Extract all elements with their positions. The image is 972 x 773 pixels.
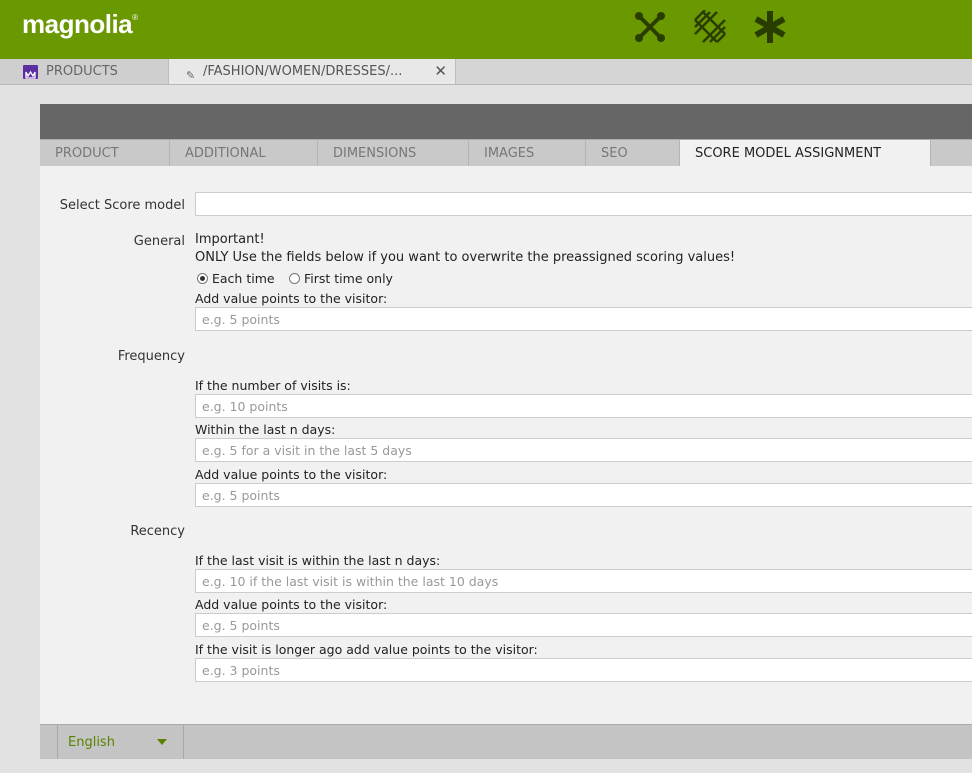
important-text: Important!	[195, 232, 265, 247]
overwrite-note: ONLY Use the fields below if you want to…	[195, 250, 736, 265]
recency-last-visit-label: If the last visit is within the last n d…	[195, 553, 441, 568]
recency-older-label: If the visit is longer ago add value poi…	[195, 642, 538, 657]
frequency-visits-field[interactable]	[195, 394, 972, 418]
language-select[interactable]: English	[57, 725, 184, 759]
select-score-model-field[interactable]	[195, 192, 972, 216]
frequency-visits-label: If the number of visits is:	[195, 378, 351, 393]
radio-each-time-label[interactable]: Each time	[212, 271, 275, 286]
magnolia-logo[interactable]: magnolia®	[22, 9, 138, 40]
tab-dimensions[interactable]: DIMENSIONS	[318, 140, 469, 167]
recency-points-field[interactable]	[195, 613, 972, 637]
editor-footer: English	[40, 724, 972, 759]
close-icon[interactable]: ✕	[434, 59, 447, 84]
language-value: English	[68, 735, 115, 750]
frequency-days-field[interactable]	[195, 438, 972, 462]
frequency-label: Frequency	[117, 349, 185, 364]
tab-products[interactable]: PRODUCTS	[0, 59, 169, 84]
tab-product-editor-label: /FASHION/WOMEN/DRESSES/...	[203, 64, 403, 79]
products-app-icon	[23, 65, 38, 79]
editor-header-bar	[40, 104, 972, 139]
frequency-points-label: Add value points to the visitor:	[195, 467, 388, 482]
app-tab-bar: PRODUCTS ✎ /FASHION/WOMEN/DRESSES/... ✕	[0, 59, 972, 85]
recency-older-field[interactable]	[195, 658, 972, 682]
general-label: General	[133, 234, 185, 249]
diamond-grid-icon[interactable]	[693, 10, 727, 44]
radio-first-time-only-label[interactable]: First time only	[304, 271, 393, 286]
tab-additional[interactable]: ADDITIONAL	[170, 140, 318, 167]
general-points-field[interactable]	[195, 307, 972, 331]
tab-images[interactable]: IMAGES	[469, 140, 586, 167]
recency-label: Recency	[130, 524, 185, 539]
chevron-down-icon	[157, 739, 167, 745]
tab-score-model-assignment[interactable]: SCORE MODEL ASSIGNMENT	[680, 140, 931, 167]
select-score-model-label: Select Score model	[59, 198, 185, 213]
tab-products-label: PRODUCTS	[46, 64, 118, 79]
pulse-cross-icon[interactable]	[633, 10, 667, 44]
frequency-points-field[interactable]	[195, 483, 972, 507]
form-content: Select Score model General Important! ON…	[40, 166, 972, 724]
frequency-days-label: Within the last n days:	[195, 422, 336, 437]
logo-registered-mark: ®	[132, 13, 138, 22]
tab-product-editor[interactable]: ✎ /FASHION/WOMEN/DRESSES/... ✕	[169, 59, 456, 84]
top-bar: magnolia®	[0, 0, 972, 59]
recency-last-visit-field[interactable]	[195, 569, 972, 593]
general-points-label: Add value points to the visitor:	[195, 291, 388, 306]
tab-product[interactable]: PRODUCT	[40, 140, 170, 167]
asterisk-icon[interactable]	[753, 10, 787, 44]
recency-points-label: Add value points to the visitor:	[195, 597, 388, 612]
logo-text: magnolia	[22, 9, 133, 39]
radio-first-time-only[interactable]	[289, 273, 300, 284]
radio-each-time[interactable]	[197, 273, 208, 284]
tab-seo[interactable]: SEO	[586, 140, 680, 167]
form-tab-bar: PRODUCT ADDITIONAL DIMENSIONS IMAGES SEO…	[40, 139, 972, 167]
pencil-icon: ✎	[186, 69, 196, 82]
